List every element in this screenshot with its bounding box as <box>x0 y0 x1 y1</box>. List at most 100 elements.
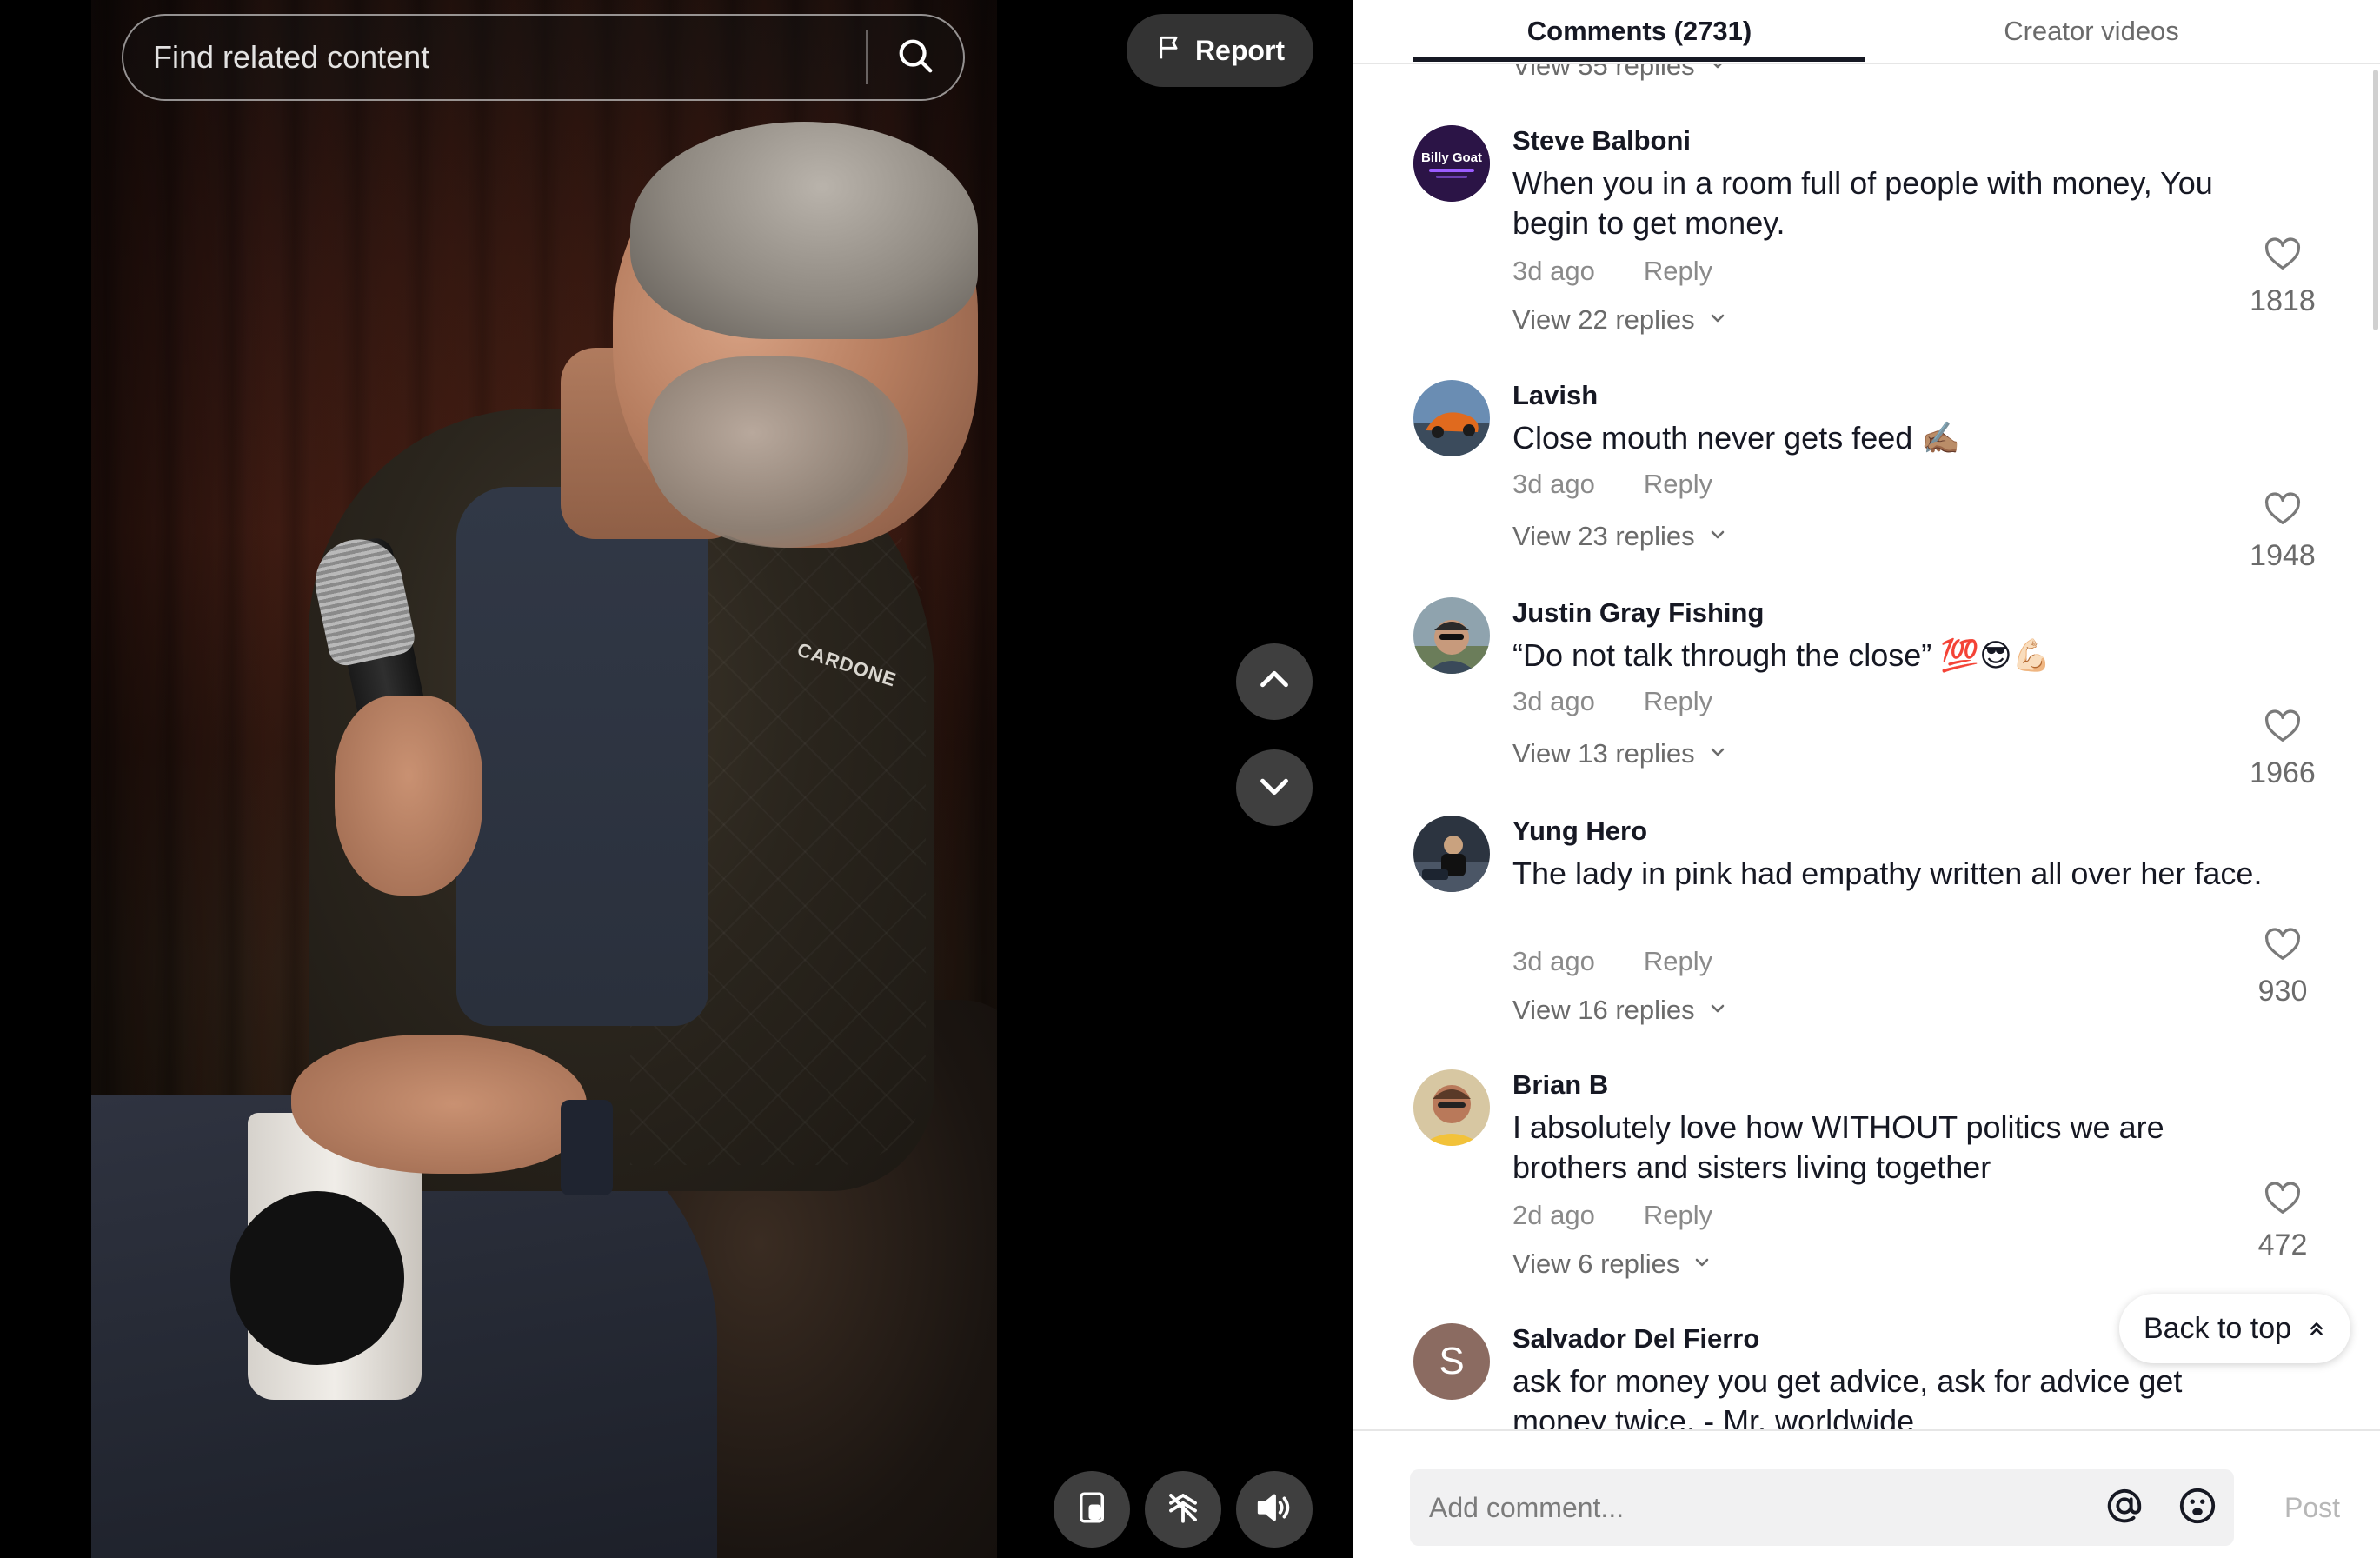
chevron-up-icon <box>1254 660 1294 704</box>
like-count: 1948 <box>2250 539 2316 572</box>
reply-button[interactable]: Reply <box>1644 946 1712 977</box>
view-replies-label: View 23 replies <box>1512 521 1695 551</box>
previous-video-button[interactable] <box>1236 643 1313 720</box>
avatar[interactable]: S <box>1413 1323 1490 1400</box>
heart-outline-icon <box>2263 1179 2303 1223</box>
like-button[interactable]: 1948 <box>2239 489 2326 573</box>
autoscroll-icon <box>1165 1489 1201 1530</box>
comment-time: 2d ago <box>1512 1200 1595 1230</box>
avatar[interactable] <box>1413 597 1490 674</box>
back-to-top-button[interactable]: Back to top <box>2119 1294 2350 1363</box>
report-button[interactable]: Report <box>1127 14 1313 87</box>
scrollbar-thumb[interactable] <box>2373 70 2378 330</box>
comment-meta: 3d ago Reply <box>1512 256 1712 287</box>
view-replies-button[interactable]: View 22 replies <box>1512 304 1728 336</box>
mention-button[interactable] <box>2088 1469 2161 1546</box>
comment-time: 3d ago <box>1512 686 1595 716</box>
cup-logo <box>230 1191 404 1365</box>
like-count: 472 <box>2257 1228 2308 1262</box>
speaker-hand <box>291 1035 587 1174</box>
comment-text: When you in a room full of people with m… <box>1512 165 2213 241</box>
like-count: 930 <box>2257 975 2308 1008</box>
like-button[interactable]: 930 <box>2239 925 2326 1009</box>
search-icon <box>895 36 935 80</box>
post-button[interactable]: Post <box>2269 1469 2356 1546</box>
speaker-hand-mic <box>335 696 482 896</box>
view-replies-button[interactable]: View 13 replies <box>1512 738 1728 769</box>
reply-button[interactable]: Reply <box>1644 256 1712 287</box>
emoji-icon <box>2177 1486 2217 1530</box>
speaker-hair <box>630 122 978 339</box>
view-replies-label: View 55 replies <box>1512 64 1695 81</box>
miniplayer-button[interactable] <box>1054 1471 1130 1548</box>
like-button[interactable]: 1966 <box>2239 707 2326 790</box>
comment-author[interactable]: Salvador Del Fierro <box>1512 1323 1759 1355</box>
comment-input[interactable] <box>1410 1469 2088 1546</box>
comment-author[interactable]: Yung Hero <box>1512 816 1647 847</box>
comment-text: I absolutely love how WITHOUT politics w… <box>1512 1109 2164 1185</box>
view-replies-label: View 6 replies <box>1512 1248 1680 1279</box>
comment-author[interactable]: Brian B <box>1512 1069 1608 1101</box>
search-button[interactable] <box>868 16 963 99</box>
view-replies-button[interactable]: View 23 replies <box>1512 521 1728 552</box>
chevron-down-icon <box>1707 995 1728 1026</box>
reply-button[interactable]: Reply <box>1644 469 1712 500</box>
like-count: 1966 <box>2250 756 2316 789</box>
comment-author[interactable]: Justin Gray Fishing <box>1512 597 1764 629</box>
reply-button[interactable]: Reply <box>1644 1200 1712 1231</box>
like-button[interactable]: 472 <box>2239 1179 2326 1262</box>
avatar[interactable]: Billy Goat <box>1413 125 1490 202</box>
chevron-down-icon <box>1692 1248 1712 1280</box>
view-replies-label: View 22 replies <box>1512 304 1695 335</box>
heart-outline-icon <box>2263 489 2303 534</box>
next-video-button[interactable] <box>1236 749 1313 826</box>
view-replies-label: View 16 replies <box>1512 995 1695 1025</box>
heart-outline-icon <box>2263 235 2303 279</box>
report-label: Report <box>1194 34 1286 66</box>
video-frame[interactable]: CARDONE <box>91 0 997 1558</box>
chevron-down-icon <box>1254 766 1294 810</box>
search-input[interactable] <box>123 16 866 99</box>
comment-box <box>1410 1469 2234 1546</box>
tab-comments[interactable]: Comments (2731) <box>1413 0 1865 63</box>
comment-list[interactable]: View 55 replies Billy Goat Steve Balboni… <box>1353 64 2380 1429</box>
avatar[interactable] <box>1413 1069 1490 1146</box>
comment-author[interactable]: Lavish <box>1512 380 1598 411</box>
view-replies-button[interactable]: View 55 replies <box>1512 64 1728 82</box>
autoscroll-button[interactable] <box>1145 1471 1221 1548</box>
comment-text: ask for money you get advice, ask for ad… <box>1512 1363 2183 1429</box>
view-replies-button[interactable]: View 16 replies <box>1512 995 1728 1026</box>
comment-text: Close mouth never gets feed ✍🏽 <box>1512 420 1961 456</box>
avatar-letter: S <box>1439 1340 1465 1382</box>
volume-button[interactable] <box>1236 1471 1313 1548</box>
emoji-button[interactable] <box>2161 1469 2234 1546</box>
flag-icon <box>1155 33 1183 68</box>
comment-text: The lady in pink had empathy written all… <box>1512 856 2263 891</box>
comment-meta: 3d ago Reply <box>1512 946 1712 977</box>
view-replies-button[interactable]: View 6 replies <box>1512 1248 1712 1280</box>
reply-button[interactable]: Reply <box>1644 686 1712 717</box>
video-player[interactable]: CARDONE Find related content Report <box>0 0 1353 1558</box>
comment-text: “Do not talk through the close” 💯😎💪🏻 <box>1512 637 2051 673</box>
comment-meta: 3d ago Reply <box>1512 686 1712 717</box>
comment-meta: 3d ago Reply <box>1512 469 1712 500</box>
miniplayer-icon <box>1074 1489 1110 1530</box>
double-chevron-up-icon <box>2307 1312 2326 1346</box>
tab-comments-label: Comments (2731) <box>1526 16 1752 46</box>
comment-time: 3d ago <box>1512 946 1595 976</box>
avatar[interactable] <box>1413 380 1490 456</box>
speaker-shirt <box>456 487 708 1026</box>
comment-time: 3d ago <box>1512 469 1595 499</box>
chevron-down-icon <box>1707 521 1728 552</box>
svg-text:Billy Goat: Billy Goat <box>1421 150 1482 165</box>
avatar[interactable] <box>1413 816 1490 892</box>
wrist-watch <box>561 1100 613 1195</box>
volume-icon <box>1254 1488 1294 1532</box>
comment-meta: 2d ago Reply <box>1512 1200 1712 1231</box>
chevron-down-icon <box>1707 304 1728 336</box>
tab-creator-videos[interactable]: Creator videos <box>1865 0 2317 63</box>
comment-author[interactable]: Steve Balboni <box>1512 125 1691 156</box>
app-root: CARDONE Find related content Report Comm… <box>0 0 2380 1558</box>
tab-creator-videos-label: Creator videos <box>2004 16 2179 46</box>
like-button[interactable]: 1818 <box>2239 235 2326 318</box>
